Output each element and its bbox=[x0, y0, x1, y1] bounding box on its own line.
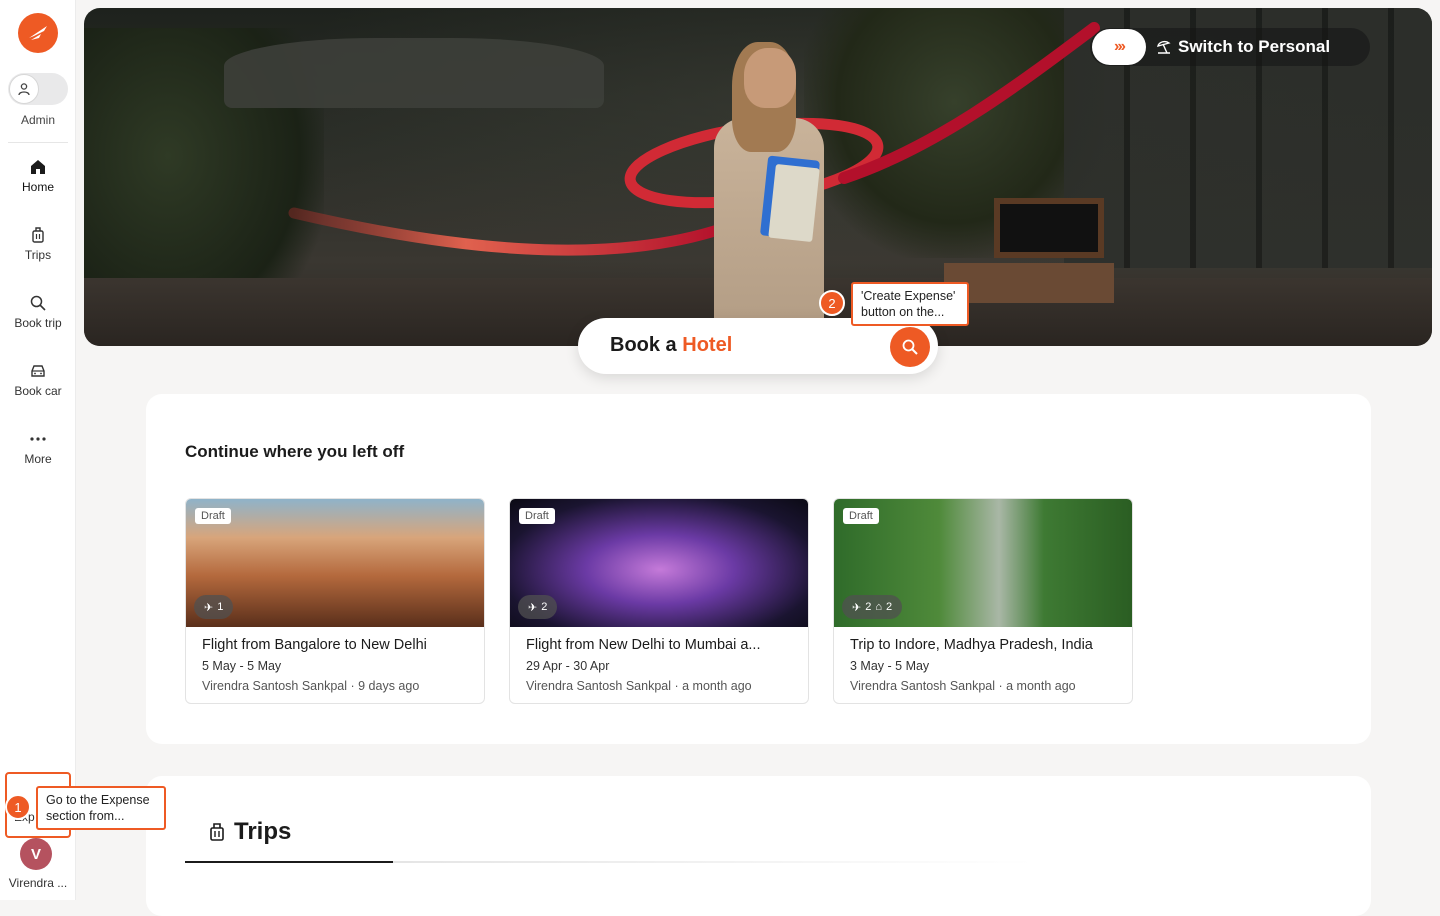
count-value: 1 bbox=[217, 601, 224, 613]
role-toggle[interactable] bbox=[8, 73, 68, 105]
trip-meta: Virendra Santosh Sankpal · a month ago bbox=[526, 679, 752, 693]
hero-banner: ››› Switch to Personal bbox=[84, 8, 1432, 346]
trip-dates: 5 May - 5 May bbox=[202, 659, 282, 673]
plane-icon: ✈ bbox=[528, 601, 538, 614]
status-badge: Draft bbox=[519, 508, 555, 524]
book-hotel-search[interactable]: Book a Hotel bbox=[578, 318, 938, 374]
sidebar-item-label: Book trip bbox=[14, 316, 62, 330]
trip-title: Flight from New Delhi to Mumbai a... bbox=[526, 637, 761, 653]
sidebar-item-home[interactable]: Home bbox=[0, 158, 76, 194]
sidebar-item-book-trip[interactable]: Book trip bbox=[0, 294, 76, 330]
count-value: 2 bbox=[541, 601, 548, 613]
active-tab-indicator bbox=[185, 861, 393, 863]
trips-heading-text: Trips bbox=[234, 818, 292, 845]
step-tooltip: Go to the Expense section from... bbox=[36, 786, 166, 830]
sidebar-item-label: More bbox=[24, 452, 52, 466]
luggage-icon bbox=[32, 227, 44, 243]
trips-heading: Trips bbox=[208, 818, 291, 846]
home-icon bbox=[31, 160, 45, 174]
section-title: Continue where you left off bbox=[185, 442, 405, 461]
sidebar-item-label: Home bbox=[21, 180, 54, 194]
count-value: 2 bbox=[886, 601, 893, 613]
search-icon bbox=[902, 339, 918, 355]
trip-count-pill: ✈ 2 bbox=[518, 595, 558, 619]
plane-icon: ✈ bbox=[852, 601, 862, 614]
status-badge: Draft bbox=[843, 508, 879, 524]
status-badge: Draft bbox=[195, 508, 231, 524]
sidebar-item-trips[interactable]: Trips bbox=[0, 226, 76, 262]
sidebar-item-label: Trips bbox=[24, 248, 52, 262]
sidebar-item-more[interactable]: More bbox=[0, 430, 76, 466]
count-value: 2 bbox=[865, 601, 872, 613]
search-button[interactable] bbox=[890, 327, 930, 367]
trip-card[interactable]: Draft ✈ 1 Flight from Bangalore to New De… bbox=[185, 498, 485, 704]
trip-dates: 29 Apr - 30 Apr bbox=[526, 659, 610, 673]
user-name[interactable]: Virendra ... bbox=[0, 876, 76, 890]
sidebar: Admin Home Trips Book trip Book car More… bbox=[0, 0, 76, 900]
bed-icon: ⌂ bbox=[875, 601, 882, 613]
switch-label-text: Switch to Personal bbox=[1178, 37, 1331, 56]
trip-dates: 3 May - 5 May bbox=[850, 659, 930, 673]
trip-meta: Virendra Santosh Sankpal · 9 days ago bbox=[202, 679, 420, 693]
role-label: Admin bbox=[20, 113, 55, 127]
sidebar-item-label: Book car bbox=[14, 384, 62, 398]
step-number-badge: 2 bbox=[819, 290, 845, 316]
avatar[interactable]: V bbox=[20, 838, 52, 870]
search-prefix: Book a bbox=[610, 334, 677, 356]
trip-title: Trip to Indore, Madhya Pradesh, India bbox=[850, 637, 1093, 653]
trip-count-pill: ✈ 1 bbox=[194, 595, 234, 619]
user-icon bbox=[9, 74, 39, 104]
trip-card[interactable]: Draft ✈ 2 ⌂ 2 Trip to Indore, Madhya Prade… bbox=[833, 498, 1133, 704]
plane-icon: ✈ bbox=[204, 601, 214, 614]
search-icon bbox=[30, 295, 46, 311]
chevrons-right-icon[interactable]: ››› bbox=[1092, 29, 1146, 65]
sidebar-item-book-car[interactable]: Book car bbox=[0, 362, 76, 398]
step-tooltip: 'Create Expense' button on the... bbox=[851, 282, 969, 326]
app-logo[interactable] bbox=[18, 13, 58, 53]
search-accent: Hotel bbox=[682, 334, 733, 356]
trip-meta: Virendra Santosh Sankpal · a month ago bbox=[850, 679, 1076, 693]
beach-umbrella-icon bbox=[1157, 40, 1171, 54]
trip-title: Flight from Bangalore to New Delhi bbox=[202, 637, 427, 653]
car-icon bbox=[31, 365, 45, 377]
step-number-badge: 1 bbox=[5, 794, 31, 820]
trip-card[interactable]: Draft ✈ 2 Flight from New Delhi to Mumbai… bbox=[509, 498, 809, 704]
sidebar-divider bbox=[8, 142, 68, 143]
hero-person bbox=[714, 42, 834, 346]
search-prompt: Book a Hotel bbox=[610, 334, 732, 357]
more-dots-icon bbox=[30, 437, 46, 441]
trips-panel: Trips bbox=[146, 776, 1371, 916]
switch-to-personal-label[interactable]: Switch to Personal bbox=[1156, 37, 1330, 57]
luggage-icon bbox=[210, 823, 224, 841]
continue-panel: Continue where you left off Draft ✈ 1 Fli… bbox=[146, 394, 1371, 744]
trip-count-pill: ✈ 2 ⌂ 2 bbox=[842, 595, 903, 619]
plane-logo-icon bbox=[29, 26, 47, 40]
